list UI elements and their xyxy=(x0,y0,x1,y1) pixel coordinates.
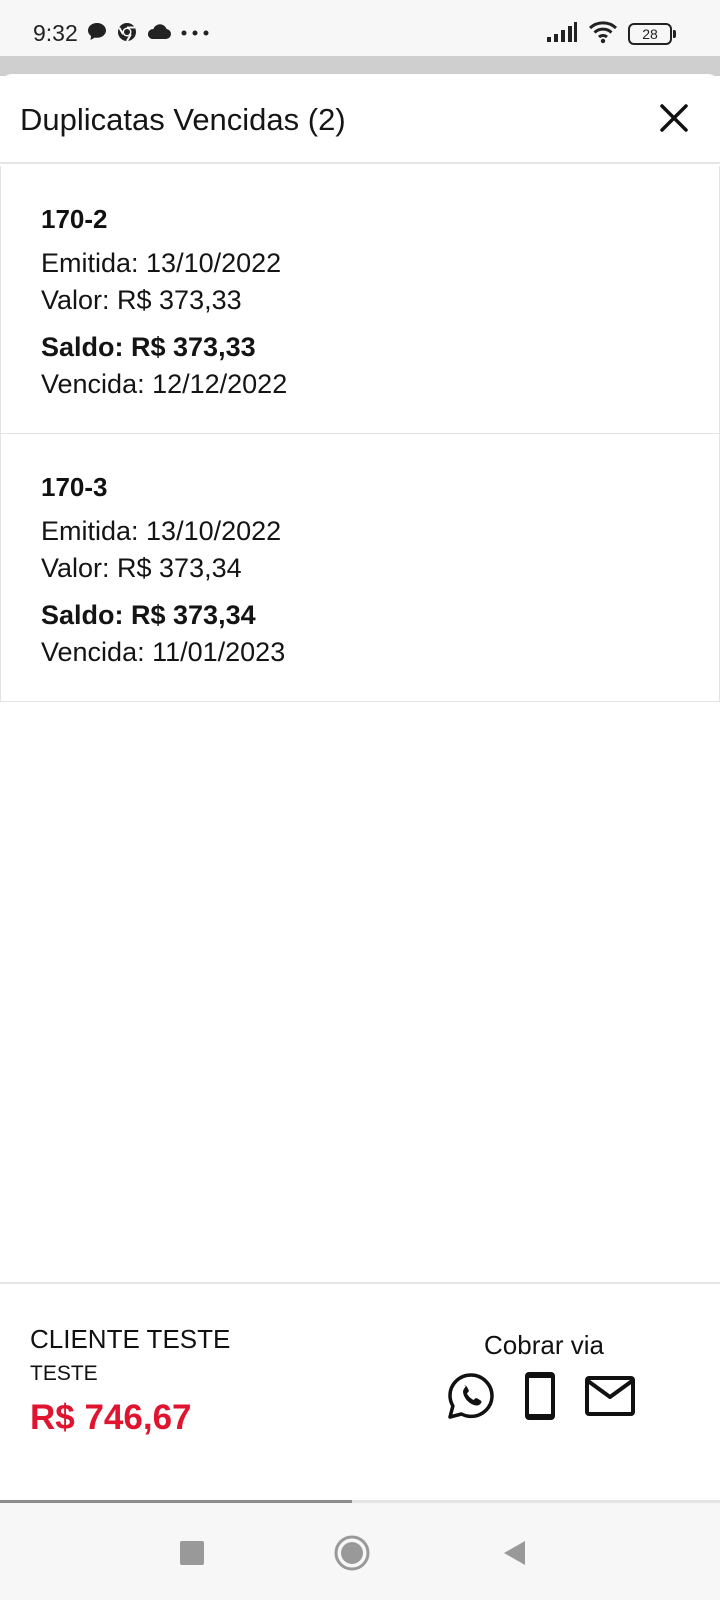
summary-footer: CLIENTE TESTE TESTE R$ 746,67 Cobrar via xyxy=(0,1282,720,1476)
duplicata-valor: Valor: R$ 373,33 xyxy=(41,285,242,315)
recents-square-icon xyxy=(180,1541,204,1565)
phone-button[interactable] xyxy=(520,1370,560,1422)
modal-scrim[interactable] xyxy=(0,56,720,76)
status-icons-left xyxy=(86,21,210,47)
duplicata-emitida: Emitida: 13/10/2022 xyxy=(41,248,282,278)
recents-button[interactable] xyxy=(172,1533,212,1573)
signal-icon xyxy=(546,21,578,48)
total-amount: R$ 746,67 xyxy=(30,1398,192,1437)
client-name: CLIENTE TESTE xyxy=(30,1324,231,1354)
duplicata-saldo: Saldo: R$ 373,33 xyxy=(41,332,256,362)
duplicata-vencida: Vencida: 11/01/2023 xyxy=(41,637,286,667)
duplicata-vencida: Vencida: 12/12/2022 xyxy=(41,369,288,399)
home-button[interactable] xyxy=(332,1533,372,1573)
status-bar: 9:32 28 xyxy=(0,0,720,56)
back-triangle-icon xyxy=(504,1541,525,1565)
duplicata-saldo: Saldo: R$ 373,34 xyxy=(41,600,256,630)
duplicata-valor: Valor: R$ 373,34 xyxy=(41,553,242,583)
phone-icon xyxy=(525,1372,555,1420)
whatsapp-button[interactable] xyxy=(446,1371,496,1421)
sheet-header: Duplicatas Vencidas (2) xyxy=(0,74,720,164)
duplicata-emitida: Emitida: 13/10/2022 xyxy=(41,516,282,546)
chat-bubble-icon xyxy=(86,21,108,48)
overdue-bottom-sheet: Duplicatas Vencidas (2) 170-2 Emitida: 1… xyxy=(0,74,720,1502)
sheet-title: Duplicatas Vencidas (2) xyxy=(20,102,346,137)
battery-icon: 28 xyxy=(628,23,676,45)
duplicata-code: 170-3 xyxy=(41,472,108,502)
more-dots-icon xyxy=(180,25,210,43)
duplicata-code: 170-2 xyxy=(41,204,108,234)
system-nav-bar xyxy=(0,1503,720,1600)
client-subtitle: TESTE xyxy=(30,1362,98,1385)
duplicata-card[interactable]: 170-2 Emitida: 13/10/2022 Valor: R$ 373,… xyxy=(0,166,720,434)
back-button[interactable] xyxy=(494,1533,534,1573)
close-button[interactable] xyxy=(654,98,694,138)
wifi-icon xyxy=(588,20,618,49)
cloud-icon xyxy=(146,22,172,47)
mail-icon xyxy=(585,1376,635,1416)
whatsapp-icon xyxy=(448,1373,494,1419)
cobrar-channels xyxy=(446,1366,636,1426)
status-time: 9:32 xyxy=(33,20,78,46)
duplicatas-list: 170-2 Emitida: 13/10/2022 Valor: R$ 373,… xyxy=(0,166,720,702)
home-circle-icon xyxy=(334,1535,370,1571)
close-icon xyxy=(660,104,688,132)
status-icons-right: 28 xyxy=(546,20,676,49)
duplicata-card[interactable]: 170-3 Emitida: 13/10/2022 Valor: R$ 373,… xyxy=(0,434,720,702)
chrome-icon xyxy=(116,21,138,48)
mail-button[interactable] xyxy=(584,1375,636,1417)
cobrar-via-label: Cobrar via xyxy=(484,1330,604,1360)
